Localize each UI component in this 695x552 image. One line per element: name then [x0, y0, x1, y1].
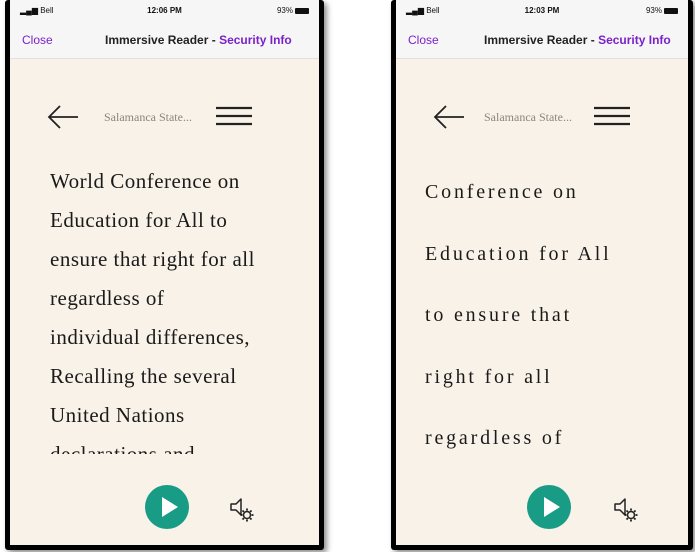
text-line: declarations and [50, 442, 196, 454]
nav-title-text: Immersive Reader - [484, 33, 599, 47]
play-icon [544, 497, 560, 517]
nav-title: Immersive Reader - Security Info [105, 33, 292, 47]
status-bar: ▂▄▆ Bell 12:03 PM 93% [396, 0, 688, 22]
security-info-link[interactable]: Security Info [598, 33, 671, 47]
text-line: Education for All [425, 242, 612, 265]
text-line: right for all [425, 365, 553, 388]
voice-settings-icon[interactable] [612, 495, 640, 523]
phone-screenshot-right: ▂▄▆ Bell 12:03 PM 93% Close Immersive Re… [391, 0, 693, 550]
text-line: World Conference on [50, 169, 240, 193]
document-title: Salamanca State... [104, 110, 192, 124]
text-line: ensure that right for all [50, 247, 255, 271]
document-title: Salamanca State... [484, 110, 572, 124]
text-line: to ensure that [425, 304, 572, 326]
phone-screenshot-left: ▂▄▆ Bell 12:06 PM 93% Close Immersive Re… [5, 0, 324, 550]
battery-icon [664, 7, 678, 14]
play-button[interactable] [527, 485, 571, 529]
reader-header: Salamanca State... [10, 98, 319, 138]
arrow-left-icon[interactable] [46, 104, 80, 130]
text-line: Education for All to [50, 208, 228, 232]
play-icon [162, 497, 178, 517]
status-time: 12:06 PM [147, 6, 182, 15]
playback-controls [10, 485, 319, 533]
immersive-reader-screen: ▂▄▆ Bell 12:03 PM 93% Close Immersive Re… [396, 0, 688, 545]
reader-header: Salamanca State... [396, 98, 688, 138]
security-info-link[interactable]: Security Info [219, 33, 292, 47]
navigation-bar: Close Immersive Reader - Security Info [10, 22, 319, 59]
status-time: 12:03 PM [524, 6, 560, 15]
reading-text[interactable]: World Conference on Education for All to… [50, 162, 290, 454]
nav-title: Immersive Reader - Security Info [484, 33, 671, 47]
nav-title-text: Immersive Reader - [105, 33, 220, 47]
text-line: Conference on [425, 181, 579, 203]
status-bar: ▂▄▆ Bell 12:06 PM 93% [10, 0, 319, 22]
text-line: United Nations [50, 403, 185, 427]
battery-status: 93% [646, 6, 678, 15]
battery-icon [295, 7, 309, 14]
voice-settings-icon[interactable] [228, 495, 256, 523]
hamburger-menu-icon[interactable] [216, 106, 252, 126]
text-line: regardless of [50, 286, 165, 310]
text-line: Recalling the several [50, 364, 237, 388]
immersive-reader-screen: ▂▄▆ Bell 12:06 PM 93% Close Immersive Re… [10, 0, 319, 545]
hamburger-menu-icon[interactable] [594, 106, 630, 126]
play-button[interactable] [145, 485, 189, 529]
playback-controls [396, 485, 688, 533]
navigation-bar: Close Immersive Reader - Security Info [396, 22, 688, 59]
battery-status: 93% [277, 6, 309, 15]
close-button[interactable]: Close [408, 33, 439, 47]
arrow-left-icon[interactable] [432, 104, 466, 130]
text-line: individual differences, [50, 325, 251, 349]
text-line: regardless of [425, 427, 565, 449]
reading-text[interactable]: Conference on Education for All to ensur… [425, 162, 675, 462]
close-button[interactable]: Close [22, 33, 53, 47]
